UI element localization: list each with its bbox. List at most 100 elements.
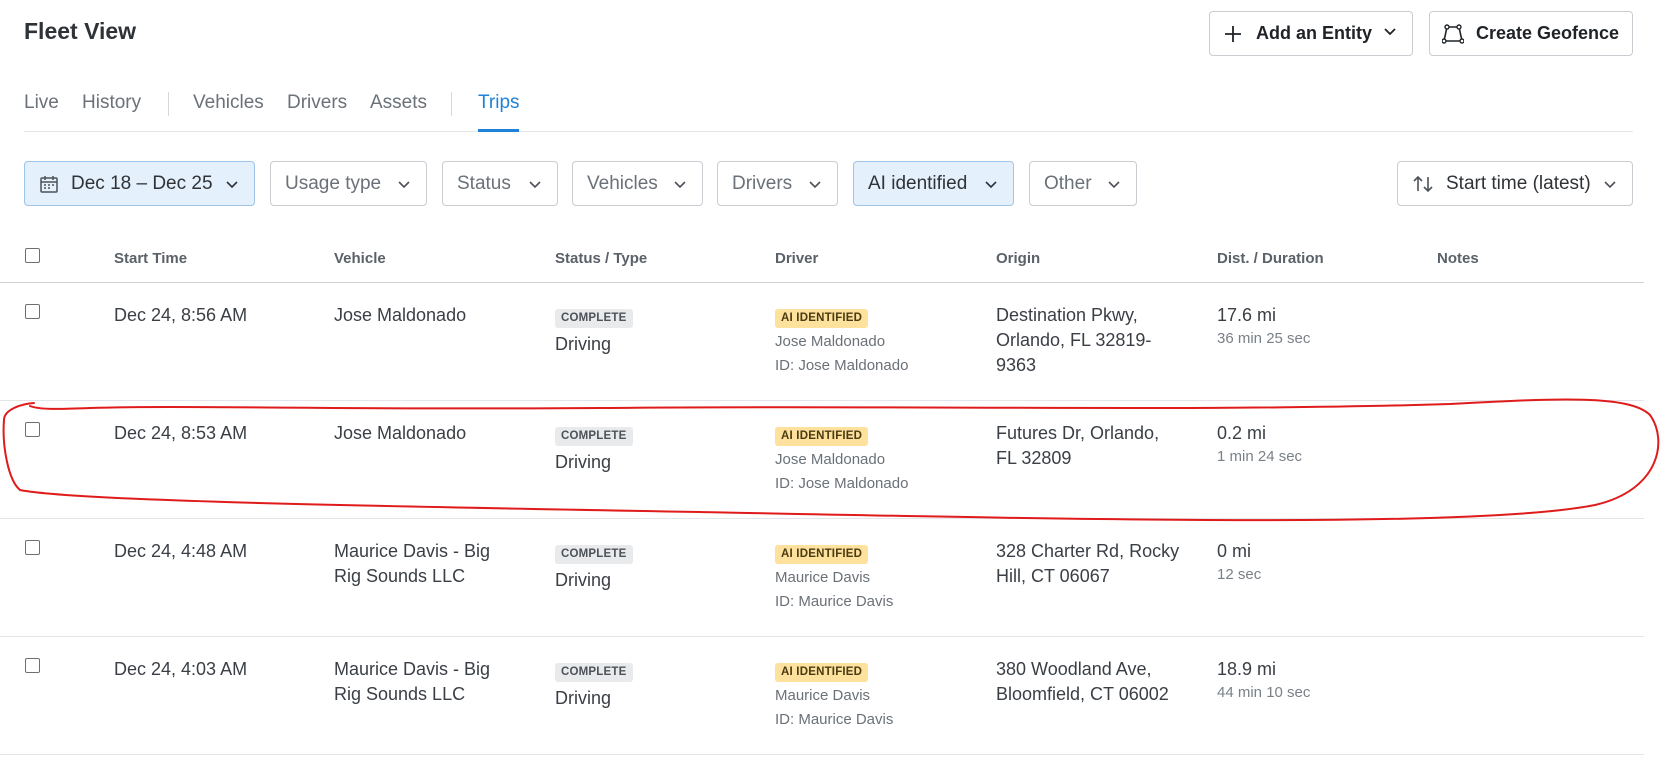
chevron-down-icon [983,176,999,192]
row-checkbox[interactable] [25,658,40,673]
status-type-cell: COMPLETE Driving [555,421,633,475]
table-header: Start Time Vehicle Status / Type Driver … [0,240,1644,283]
chevron-down-icon [1382,23,1398,44]
distance-duration-cell: 0 mi 12 sec [1217,539,1261,586]
chevron-down-icon [672,176,688,192]
origin: 380 Woodland Ave, Bloomfield, CT 06002 [996,659,1169,704]
tab-trips[interactable]: Trips [478,92,520,114]
add-entity-label: Add an Entity [1256,23,1372,43]
status-badge: COMPLETE [555,309,633,328]
vehicles-filter-label: Vehicles [587,172,658,194]
driver-id: ID: Maurice Davis [775,593,894,610]
column-header-notes: Notes [1437,250,1479,267]
trip-type: Driving [555,452,612,472]
calendar-icon [39,174,59,194]
create-geofence-button[interactable]: Create Geofence [1429,11,1633,56]
status-type-cell: COMPLETE Driving [555,657,633,711]
plus-icon [1222,23,1244,45]
start-time: Dec 24, 4:03 AM [114,659,248,679]
driver-name[interactable]: Maurice Davis [775,566,893,590]
column-header-distance-duration[interactable]: Dist. / Duration [1217,250,1324,267]
column-header-start-time[interactable]: Start Time [114,250,187,267]
vehicle-name[interactable]: Jose Maldonado [334,421,514,446]
add-entity-button[interactable]: Add an Entity [1209,11,1413,56]
driver-cell: AI IDENTIFIED Maurice Davis ID: Maurice … [775,539,893,614]
driver-cell: AI IDENTIFIED Maurice Davis ID: Maurice … [775,657,893,732]
select-all-checkbox[interactable] [25,248,40,263]
status-filter-label: Status [457,172,511,194]
driver-cell: AI IDENTIFIED Jose Maldonado ID: Jose Ma… [775,421,908,496]
usage-type-label: Usage type [285,172,382,194]
row-checkbox[interactable] [25,422,40,437]
table-row[interactable]: Dec 24, 8:53 AM Jose Maldonado COMPLETE … [0,401,1644,519]
ai-identified-filter[interactable]: AI identified [853,161,1014,206]
start-time: Dec 24, 4:48 AM [114,541,248,561]
status-badge: COMPLETE [555,545,633,564]
vehicle-name[interactable]: Maurice Davis - Big Rig Sounds LLC [334,657,514,707]
trip-type: Driving [555,688,612,708]
page-title: Fleet View [24,18,137,44]
ai-identified-badge: AI IDENTIFIED [775,545,869,564]
duration: 1 min 24 sec [1217,448,1303,465]
column-header-status-type[interactable]: Status / Type [555,250,647,267]
start-time: Dec 24, 8:53 AM [114,423,248,443]
driver-id: ID: Jose Maldonado [775,475,909,492]
status-type-cell: COMPLETE Driving [555,303,633,357]
tab-vehicles[interactable]: Vehicles [193,92,264,114]
row-checkbox[interactable] [25,540,40,555]
ai-identified-badge: AI IDENTIFIED [775,427,869,446]
origin: Futures Dr, Orlando, FL 32809 [996,423,1160,468]
driver-name[interactable]: Maurice Davis [775,684,893,708]
driver-id: ID: Jose Maldonado [775,357,909,374]
duration: 12 sec [1217,566,1262,583]
driver-name[interactable]: Jose Maldonado [775,448,908,472]
geofence-icon [1442,23,1464,45]
chevron-down-icon [396,176,412,192]
chevron-down-icon [807,176,823,192]
ai-identified-label: AI identified [868,172,968,194]
tab-assets[interactable]: Assets [370,92,427,114]
chevron-down-icon [224,176,240,192]
distance: 18.9 mi [1217,659,1277,679]
tab-history[interactable]: History [82,92,141,114]
start-time: Dec 24, 8:56 AM [114,305,248,325]
trip-type: Driving [555,570,612,590]
drivers-filter-label: Drivers [732,172,793,194]
trip-type: Driving [555,334,612,354]
usage-type-filter[interactable]: Usage type [270,161,427,206]
duration: 44 min 10 sec [1217,684,1311,701]
table-row[interactable]: Dec 24, 8:56 AM Jose Maldonado COMPLETE … [0,283,1644,401]
drivers-filter[interactable]: Drivers [717,161,838,206]
sort-label: Start time (latest) [1446,172,1591,194]
sort-dropdown[interactable]: Start time (latest) [1397,161,1633,206]
other-filter[interactable]: Other [1029,161,1137,206]
sort-arrows-icon [1412,174,1434,194]
driver-name[interactable]: Jose Maldonado [775,330,908,354]
driver-id: ID: Maurice Davis [775,711,894,728]
table-row[interactable]: Dec 24, 4:03 AM Maurice Davis - Big Rig … [0,637,1644,755]
tab-drivers[interactable]: Drivers [287,92,347,114]
column-header-driver[interactable]: Driver [775,250,818,267]
origin: 328 Charter Rd, Rocky Hill, CT 06067 [996,541,1180,586]
distance-duration-cell: 18.9 mi 44 min 10 sec [1217,657,1310,704]
vehicles-filter[interactable]: Vehicles [572,161,703,206]
tab-divider [451,92,452,116]
row-checkbox[interactable] [25,304,40,319]
tab-live[interactable]: Live [24,92,59,114]
date-range-filter[interactable]: Dec 18 – Dec 25 [24,161,255,206]
driver-cell: AI IDENTIFIED Jose Maldonado ID: Jose Ma… [775,303,908,378]
tab-divider [168,92,169,116]
status-filter[interactable]: Status [442,161,558,206]
status-badge: COMPLETE [555,427,633,446]
ai-identified-badge: AI IDENTIFIED [775,309,869,328]
column-header-origin[interactable]: Origin [996,250,1040,267]
chevron-down-icon [1106,176,1122,192]
chevron-down-icon [1602,176,1618,192]
origin: Destination Pkwy, Orlando, FL 32819-9363 [996,305,1152,375]
vehicle-name[interactable]: Jose Maldonado [334,303,514,328]
distance: 0.2 mi [1217,423,1267,443]
status-type-cell: COMPLETE Driving [555,539,633,593]
table-row[interactable]: Dec 24, 4:48 AM Maurice Davis - Big Rig … [0,519,1644,637]
vehicle-name[interactable]: Maurice Davis - Big Rig Sounds LLC [334,539,514,589]
column-header-vehicle[interactable]: Vehicle [334,250,386,267]
